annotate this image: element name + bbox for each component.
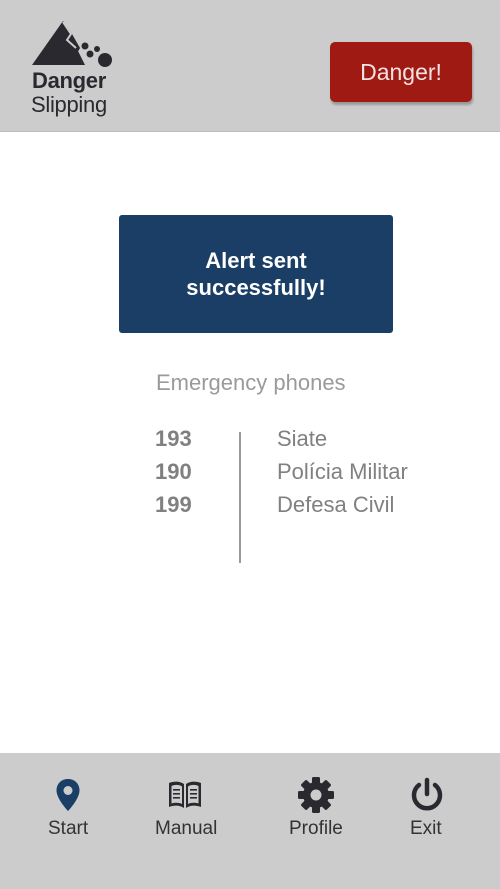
- nav-item-exit[interactable]: Exit: [395, 753, 465, 889]
- book-icon: [165, 775, 205, 815]
- nav-label-start: Start: [48, 818, 89, 839]
- phone-number[interactable]: 193: [155, 426, 192, 452]
- nav-item-start[interactable]: Start: [28, 753, 108, 889]
- emergency-phones-title: Emergency phones: [156, 370, 346, 395]
- logo-subtitle: Slipping: [31, 92, 107, 117]
- nav-label-profile: Profile: [289, 818, 343, 839]
- mountain-rockslide-icon: [32, 21, 112, 67]
- phone-name: Defesa Civil: [277, 492, 395, 517]
- nav-item-manual[interactable]: Manual: [148, 753, 228, 889]
- phone-row[interactable]: 199 Defesa Civil: [155, 492, 455, 525]
- gear-icon: [296, 775, 336, 815]
- danger-button[interactable]: Danger!: [330, 42, 472, 102]
- nav-label-exit: Exit: [410, 818, 442, 839]
- alert-success-box: Alert sent successfully!: [119, 215, 393, 333]
- emergency-phones-list: 193 Siate 190 Polícia Militar 199 Defesa…: [155, 426, 455, 525]
- map-pin-icon: [48, 775, 88, 815]
- alert-message: Alert sent successfully!: [186, 248, 326, 300]
- phone-number[interactable]: 190: [155, 459, 192, 485]
- phone-name: Siate: [277, 426, 328, 451]
- nav-label-manual: Manual: [155, 818, 218, 839]
- phones-divider: [239, 432, 241, 563]
- bottom-nav: Start Manual Profile Exit: [0, 753, 500, 889]
- phone-number[interactable]: 199: [155, 492, 192, 518]
- logo-title: Danger: [32, 68, 106, 93]
- power-icon: [407, 775, 447, 815]
- phone-row[interactable]: 193 Siate: [155, 426, 455, 459]
- app-screen: Danger Slipping Danger! Alert sent succe…: [0, 0, 500, 889]
- phone-name: Polícia Militar: [277, 459, 408, 484]
- app-logo: Danger Slipping: [30, 18, 120, 118]
- phone-row[interactable]: 190 Polícia Militar: [155, 459, 455, 492]
- header: Danger Slipping Danger!: [0, 0, 500, 132]
- nav-item-profile[interactable]: Profile: [277, 753, 357, 889]
